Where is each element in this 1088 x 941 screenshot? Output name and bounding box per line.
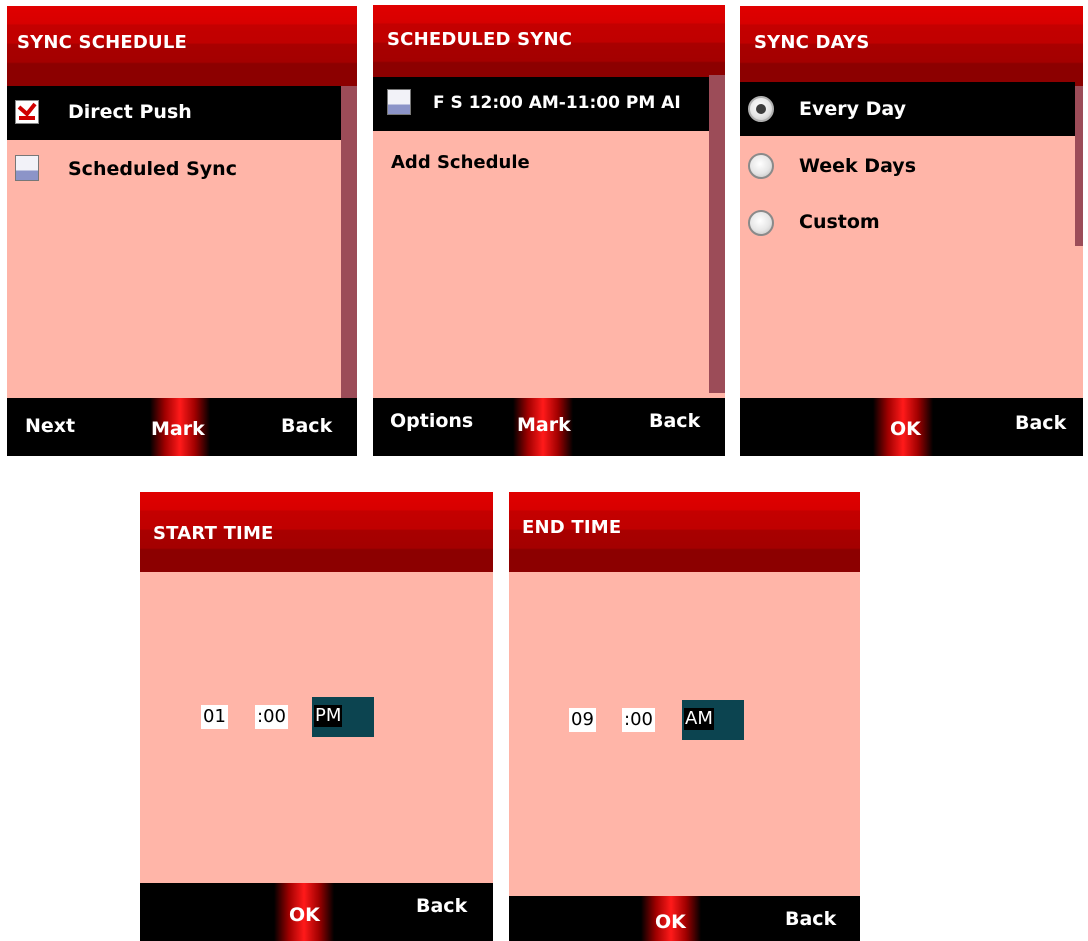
scrollbar[interactable] bbox=[709, 75, 725, 393]
softkey-bar: OK Back bbox=[740, 398, 1083, 456]
sync-days-screen: SYNC DAYS Every Day Week Days Custom OK … bbox=[740, 6, 1083, 456]
radio-option-week-days[interactable]: Week Days bbox=[740, 139, 1075, 193]
calendar-icon bbox=[15, 155, 39, 181]
softkey-mark[interactable]: Mark bbox=[151, 418, 205, 440]
sync-schedule-screen: SYNC SCHEDULE Direct Push Scheduled Sync… bbox=[7, 6, 357, 456]
screen-title: START TIME bbox=[153, 523, 274, 544]
softkey-back[interactable]: Back bbox=[281, 415, 332, 437]
minute-field[interactable]: :00 bbox=[255, 705, 288, 729]
screen-header: SCHEDULED SYNC bbox=[373, 5, 725, 85]
ampm-field[interactable]: PM bbox=[312, 697, 374, 737]
screen-title: END TIME bbox=[522, 517, 622, 538]
list-item-label: Direct Push bbox=[68, 101, 192, 123]
screen-header: START TIME bbox=[140, 492, 493, 572]
softkey-back[interactable]: Back bbox=[785, 908, 836, 930]
scheduled-sync-screen: SCHEDULED SYNC F S 12:00 AM-11:00 PM AI … bbox=[373, 5, 725, 456]
ampm-field[interactable]: AM bbox=[682, 700, 744, 740]
softkey-bar: Next Mark Back bbox=[7, 398, 357, 456]
softkey-next[interactable]: Next bbox=[25, 415, 75, 437]
radio-selected-icon bbox=[748, 96, 774, 122]
scrollbar[interactable] bbox=[1075, 86, 1083, 246]
screen-title: SCHEDULED SYNC bbox=[387, 29, 573, 50]
ampm-value: AM bbox=[684, 708, 714, 730]
option-label: Week Days bbox=[799, 155, 917, 177]
softkey-bar: OK Back bbox=[509, 896, 860, 941]
option-label: Custom bbox=[799, 211, 880, 233]
hour-field[interactable]: 09 bbox=[569, 708, 596, 732]
calendar-icon bbox=[387, 89, 411, 115]
softkey-bar: OK Back bbox=[140, 883, 493, 941]
softkey-back[interactable]: Back bbox=[1015, 412, 1066, 434]
softkey-options[interactable]: Options bbox=[390, 410, 473, 432]
radio-icon bbox=[748, 210, 774, 236]
list-item-add-schedule[interactable]: Add Schedule bbox=[373, 135, 709, 189]
softkey-ok[interactable]: OK bbox=[655, 911, 686, 933]
softkey-ok[interactable]: OK bbox=[890, 418, 921, 440]
screen-header: SYNC DAYS bbox=[740, 6, 1083, 86]
end-time-screen: END TIME 09 :00 AM OK Back bbox=[509, 492, 860, 941]
radio-icon bbox=[748, 153, 774, 179]
screen-title: SYNC DAYS bbox=[754, 32, 870, 53]
softkey-ok[interactable]: OK bbox=[289, 904, 320, 926]
radio-option-every-day[interactable]: Every Day bbox=[740, 82, 1075, 136]
hour-field[interactable]: 01 bbox=[201, 705, 228, 729]
screen-header: SYNC SCHEDULE bbox=[7, 6, 357, 86]
radio-option-custom[interactable]: Custom bbox=[740, 196, 1075, 250]
list-item-schedule-entry[interactable]: F S 12:00 AM-11:00 PM AI bbox=[373, 77, 709, 131]
list-item-label: F S 12:00 AM-11:00 PM AI bbox=[433, 93, 681, 113]
screen-title: SYNC SCHEDULE bbox=[17, 32, 187, 53]
softkey-bar: Options Mark Back bbox=[373, 398, 725, 456]
scrollbar[interactable] bbox=[341, 86, 357, 399]
list-item-direct-push[interactable]: Direct Push bbox=[7, 86, 341, 140]
list-item-label: Add Schedule bbox=[391, 152, 530, 173]
softkey-back[interactable]: Back bbox=[649, 410, 700, 432]
screen-header: END TIME bbox=[509, 492, 860, 572]
start-time-screen: START TIME 01 :00 PM OK Back bbox=[140, 492, 493, 941]
list-item-label: Scheduled Sync bbox=[68, 158, 237, 180]
ampm-value: PM bbox=[314, 705, 343, 727]
softkey-back[interactable]: Back bbox=[416, 895, 467, 917]
option-label: Every Day bbox=[799, 98, 907, 120]
list-item-scheduled-sync[interactable]: Scheduled Sync bbox=[7, 143, 341, 197]
minute-field[interactable]: :00 bbox=[622, 708, 655, 732]
checkbox-checked-icon bbox=[15, 100, 39, 124]
softkey-mark[interactable]: Mark bbox=[517, 414, 571, 436]
